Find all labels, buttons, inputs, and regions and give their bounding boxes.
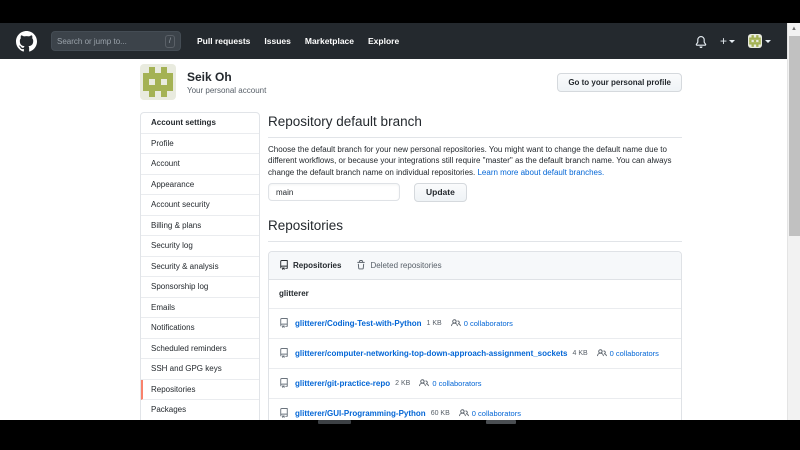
sidebar-item-security-log[interactable]: Security log bbox=[141, 236, 259, 257]
search-placeholder: Search or jump to... bbox=[57, 36, 127, 46]
letterbox-bottom bbox=[0, 420, 800, 450]
header-nav: Pull requests Issues Marketplace Explore bbox=[197, 36, 399, 46]
sidebar-item-account[interactable]: Account bbox=[141, 154, 259, 175]
trash-icon bbox=[356, 260, 366, 270]
repo-icon bbox=[279, 348, 289, 359]
scrollbar-thumb[interactable] bbox=[789, 36, 800, 236]
sidebar-item-security-analysis[interactable]: Security & analysis bbox=[141, 257, 259, 277]
repositories-title: Repositories bbox=[268, 216, 682, 242]
collaborators-link[interactable]: 0 collaborators bbox=[464, 319, 513, 328]
header-right: + bbox=[695, 34, 787, 48]
header-avatar bbox=[748, 34, 762, 48]
bell-icon[interactable] bbox=[695, 35, 707, 48]
user-menu-button[interactable] bbox=[748, 34, 771, 48]
default-branch-title: Repository default branch bbox=[268, 112, 682, 138]
collaborators-link[interactable]: 0 collaborators bbox=[610, 349, 659, 358]
sidebar-item-sponsorship-log[interactable]: Sponsorship log bbox=[141, 277, 259, 298]
sidebar-item-ssh-gpg-keys[interactable]: SSH and GPG keys bbox=[141, 359, 259, 380]
repositories-box: Repositories Deleted repositories glitte… bbox=[268, 250, 682, 443]
repo-link[interactable]: glitterer/GUI-Programming-Python bbox=[295, 409, 426, 418]
search-input[interactable]: Search or jump to... / bbox=[51, 31, 181, 51]
repo-icon bbox=[279, 408, 289, 419]
sidebar-item-profile[interactable]: Profile bbox=[141, 134, 259, 154]
scrollbar[interactable]: ▲ bbox=[787, 23, 800, 420]
learn-more-link[interactable]: Learn more about default branches. bbox=[477, 168, 604, 177]
tab-deleted-repositories[interactable]: Deleted repositories bbox=[356, 260, 442, 270]
plus-icon: + bbox=[719, 34, 727, 48]
nav-issues[interactable]: Issues bbox=[264, 36, 290, 46]
profile-subtitle: Your personal account bbox=[187, 85, 267, 95]
sidebar-item-packages[interactable]: Packages bbox=[141, 400, 259, 421]
default-branch-input[interactable] bbox=[268, 183, 400, 202]
repositories-tabs: Repositories Deleted repositories bbox=[269, 251, 681, 280]
slash-shortcut-badge: / bbox=[164, 34, 175, 48]
github-header: Search or jump to... / Pull requests Iss… bbox=[0, 23, 787, 59]
sidebar-item-notifications[interactable]: Notifications bbox=[141, 318, 259, 339]
collaborators[interactable]: 0 collaborators bbox=[450, 318, 513, 328]
letterbox-top bbox=[0, 0, 800, 23]
scrubber-remnant bbox=[318, 420, 351, 424]
profile-header: Seik Oh Your personal account Go to your… bbox=[140, 64, 682, 100]
repo-row: glitterer/computer-networking-top-down-a… bbox=[269, 339, 681, 369]
screen: Search or jump to... / Pull requests Iss… bbox=[0, 0, 800, 450]
nav-pull-requests[interactable]: Pull requests bbox=[197, 36, 250, 46]
github-logo-icon[interactable] bbox=[16, 30, 37, 52]
sidebar-item-emails[interactable]: Emails bbox=[141, 298, 259, 318]
collaborators-link[interactable]: 0 collaborators bbox=[472, 409, 521, 418]
sidebar-item-account-security[interactable]: Account security bbox=[141, 195, 259, 216]
people-icon bbox=[419, 378, 430, 388]
tab-deleted-repositories-label: Deleted repositories bbox=[370, 260, 442, 270]
repo-owner-header: glitterer bbox=[269, 280, 681, 309]
sidebar-item-appearance[interactable]: Appearance bbox=[141, 175, 259, 195]
tab-repositories[interactable]: Repositories bbox=[279, 260, 342, 271]
settings-page: Seik Oh Your personal account Go to your… bbox=[140, 64, 682, 443]
repo-icon bbox=[279, 260, 289, 271]
repo-icon bbox=[279, 378, 289, 389]
repo-size: 1 KB bbox=[426, 319, 442, 327]
update-button[interactable]: Update bbox=[414, 182, 467, 202]
scrubber-remnant bbox=[486, 420, 516, 424]
people-icon bbox=[450, 318, 461, 328]
collaborators[interactable]: 0 collaborators bbox=[596, 348, 659, 358]
sidebar-item-scheduled-reminders[interactable]: Scheduled reminders bbox=[141, 339, 259, 359]
repo-link[interactable]: glitterer/Coding-Test-with-Python bbox=[295, 319, 422, 328]
repo-link[interactable]: glitterer/computer-networking-top-down-a… bbox=[295, 349, 567, 358]
settings-sidebar: Account settings Profile Account Appeara… bbox=[140, 112, 260, 441]
scroll-up-icon[interactable]: ▲ bbox=[788, 23, 800, 34]
nav-marketplace[interactable]: Marketplace bbox=[305, 36, 354, 46]
caret-down-icon bbox=[729, 39, 735, 43]
default-branch-description: Choose the default branch for your new p… bbox=[268, 144, 682, 178]
profile-name: Seik Oh bbox=[187, 69, 232, 84]
collaborators[interactable]: 0 collaborators bbox=[458, 408, 521, 418]
create-new-button[interactable]: + bbox=[720, 35, 735, 47]
repo-size: 4 KB bbox=[572, 349, 588, 357]
repo-icon bbox=[279, 318, 289, 329]
repo-size: 60 KB bbox=[430, 409, 450, 417]
profile-avatar bbox=[140, 64, 176, 100]
sidebar-item-billing-plans[interactable]: Billing & plans bbox=[141, 216, 259, 236]
go-to-profile-button[interactable]: Go to your personal profile bbox=[557, 72, 682, 92]
default-branch-description-text: Choose the default branch for your new p… bbox=[268, 145, 672, 177]
collaborators[interactable]: 0 collaborators bbox=[419, 378, 482, 388]
default-branch-form: Update bbox=[268, 182, 682, 202]
sidebar-item-account-settings: Account settings bbox=[141, 113, 259, 134]
collaborators-link[interactable]: 0 collaborators bbox=[432, 379, 481, 388]
repo-row: glitterer/git-practice-repo 2 KB 0 colla… bbox=[269, 369, 681, 399]
people-icon bbox=[458, 408, 469, 418]
profile-meta: Seik Oh Your personal account bbox=[187, 70, 266, 95]
settings-main: Repository default branch Choose the def… bbox=[268, 112, 682, 443]
repo-link[interactable]: glitterer/git-practice-repo bbox=[295, 379, 390, 388]
people-icon bbox=[596, 348, 607, 358]
repo-row: glitterer/Coding-Test-with-Python 1 KB 0… bbox=[269, 309, 681, 339]
tab-repositories-label: Repositories bbox=[293, 260, 342, 270]
sidebar-item-repositories[interactable]: Repositories bbox=[141, 379, 259, 400]
caret-down-icon bbox=[765, 39, 771, 43]
repo-size: 2 KB bbox=[395, 379, 411, 387]
nav-explore[interactable]: Explore bbox=[368, 36, 399, 46]
